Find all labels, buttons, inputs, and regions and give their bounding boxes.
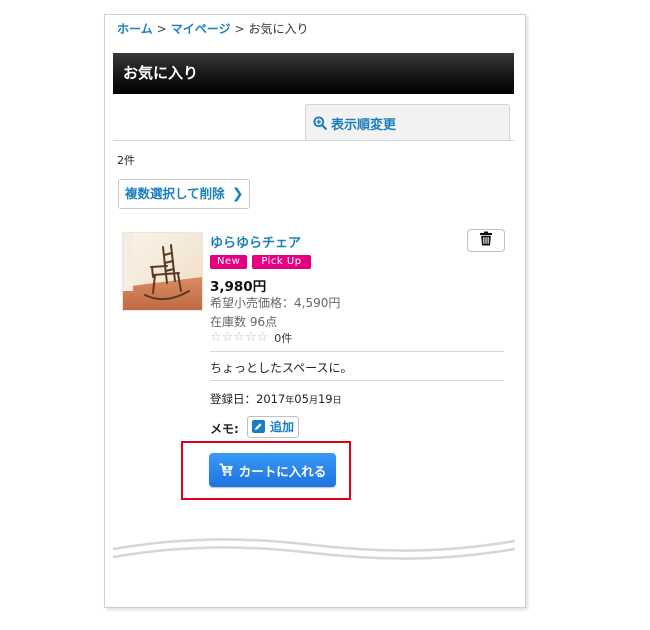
- registration-date-label: 登録日：: [210, 392, 256, 406]
- product-image[interactable]: [122, 232, 203, 311]
- page-frame: ホーム > マイページ > お気に入り お気に入り 表示順変更 2件 複数選択して削除 …: [104, 14, 526, 608]
- registration-date: 登録日：2017年05月19日: [210, 391, 342, 407]
- add-to-cart-label: カートに入れる: [238, 463, 327, 479]
- zoom-in-icon: [313, 116, 327, 130]
- product-stock: 在庫数 96点: [210, 315, 278, 329]
- wave-divider: [113, 538, 515, 560]
- breadcrumb: ホーム > マイページ > お気に入り: [117, 21, 309, 37]
- product-name-link[interactable]: ゆらゆらチェア: [210, 232, 301, 251]
- breadcrumb-separator: >: [156, 22, 167, 36]
- star-icon: ☆: [233, 330, 245, 345]
- star-icon: ☆: [210, 330, 222, 345]
- page-title: お気に入り: [123, 64, 199, 82]
- bulk-delete-label: 複数選択して削除: [125, 186, 225, 201]
- breadcrumb-mypage-link[interactable]: マイページ: [171, 22, 231, 36]
- new-badge: New: [210, 255, 248, 269]
- tab-divider: [113, 140, 514, 141]
- review-count: 0件: [274, 332, 293, 345]
- pencil-icon: [252, 420, 265, 433]
- date-month: 05: [294, 392, 309, 406]
- date-month-unit: 月: [308, 396, 318, 406]
- add-to-cart-button[interactable]: カートに入れる: [209, 453, 336, 487]
- delete-button[interactable]: [467, 229, 505, 252]
- breadcrumb-current: お気に入り: [248, 22, 309, 36]
- favorites-count: 2件: [117, 154, 135, 167]
- memo-add-button[interactable]: 追加: [247, 416, 300, 438]
- divider: [210, 380, 504, 381]
- sort-order-label: 表示順変更: [331, 117, 397, 133]
- sort-order-tab[interactable]: 表示順変更: [305, 104, 510, 141]
- memo-add-label: 追加: [270, 420, 295, 434]
- rating-stars: ☆ ☆ ☆ ☆ ☆ 0件: [210, 330, 292, 346]
- product-price: 3,980円: [210, 279, 267, 295]
- date-day: 19: [317, 392, 333, 406]
- page-title-bar: お気に入り: [113, 53, 514, 94]
- date-year: 2017: [256, 392, 286, 406]
- product-msrp: 希望小売価格：4,590円: [210, 296, 341, 310]
- bulk-delete-button[interactable]: 複数選択して削除 ❯: [118, 179, 250, 209]
- pickup-badge: Pick Up: [252, 255, 311, 269]
- star-icon: ☆: [256, 330, 269, 345]
- memo-label: メモ:: [210, 422, 239, 436]
- badge-group: New Pick Up: [210, 255, 311, 269]
- trash-icon: [479, 231, 493, 250]
- star-icon: ☆: [244, 330, 257, 345]
- divider: [210, 351, 504, 352]
- breadcrumb-home-link[interactable]: ホーム: [117, 22, 153, 36]
- breadcrumb-separator: >: [234, 22, 245, 36]
- date-day-unit: 日: [332, 396, 342, 406]
- date-year-unit: 年: [285, 396, 295, 406]
- star-icon: ☆: [221, 330, 234, 345]
- cart-icon: [219, 463, 234, 477]
- chevron-right-icon: ❯: [231, 186, 244, 202]
- product-description: ちょっとしたスペースに。: [210, 361, 353, 375]
